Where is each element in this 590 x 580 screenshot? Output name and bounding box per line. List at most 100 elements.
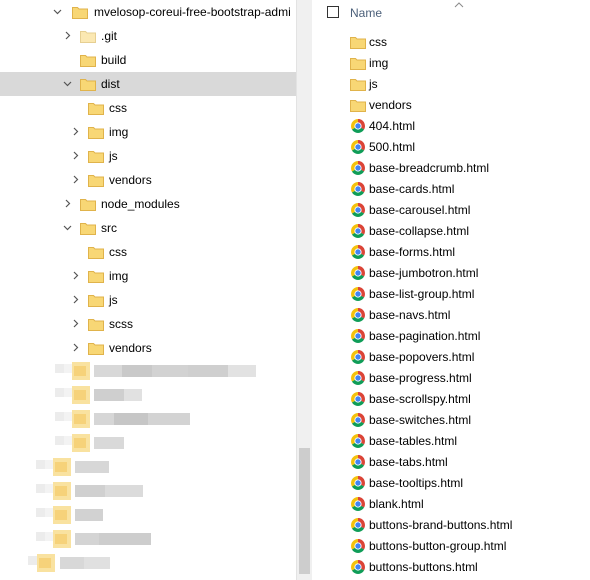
file-item[interactable]: base-list-group.html xyxy=(312,283,590,304)
tree-item-build[interactable]: build xyxy=(0,48,296,72)
chrome-html-icon xyxy=(350,328,366,344)
column-header: Name xyxy=(312,0,590,28)
chrome-html-icon xyxy=(350,181,366,197)
folder-icon xyxy=(80,77,96,91)
tree-item-dist-vendors[interactable]: vendors xyxy=(0,168,296,192)
chevron-down-icon[interactable] xyxy=(63,223,72,232)
file-item[interactable]: base-progress.html xyxy=(312,367,590,388)
file-label: base-tooltips.html xyxy=(369,476,464,490)
tree-item-label: img xyxy=(109,125,129,139)
tree-item-label: js xyxy=(109,293,118,307)
folder-icon xyxy=(88,293,104,307)
chrome-html-icon xyxy=(350,454,366,470)
file-item[interactable]: 404.html xyxy=(312,115,590,136)
file-item[interactable]: base-navs.html xyxy=(312,304,590,325)
tree-item-node-modules[interactable]: node_modules xyxy=(0,192,296,216)
folder-icon xyxy=(72,5,88,19)
file-label: base-list-group.html xyxy=(369,287,475,301)
chevron-right-icon[interactable] xyxy=(63,199,72,208)
folder-icon xyxy=(350,55,366,71)
file-item[interactable]: base-breadcrumb.html xyxy=(312,157,590,178)
name-column-header[interactable]: Name xyxy=(350,6,382,20)
folder-icon xyxy=(88,149,104,163)
file-item[interactable]: buttons-buttons.html xyxy=(312,556,590,577)
file-item[interactable]: base-popovers.html xyxy=(312,346,590,367)
tree-scrollbar-thumb[interactable] xyxy=(299,448,310,574)
folder-icon xyxy=(88,341,104,355)
file-item[interactable]: buttons-button-group.html xyxy=(312,535,590,556)
tree-item-dist-js[interactable]: js xyxy=(0,144,296,168)
file-item[interactable]: base-tabs.html xyxy=(312,451,590,472)
file-label: vendors xyxy=(369,98,412,112)
tree-item-label: dist xyxy=(101,77,120,91)
chevron-right-icon[interactable] xyxy=(71,271,80,280)
file-label: base-switches.html xyxy=(369,413,472,427)
folder-icon xyxy=(80,53,96,67)
tree-item-dist-img[interactable]: img xyxy=(0,120,296,144)
file-item[interactable]: blank.html xyxy=(312,493,590,514)
chrome-html-icon xyxy=(350,391,366,407)
chrome-html-icon xyxy=(350,139,366,155)
chrome-html-icon xyxy=(350,370,366,386)
tree-item-dist-css[interactable]: css xyxy=(0,96,296,120)
file-item[interactable]: base-forms.html xyxy=(312,241,590,262)
folder-item[interactable]: vendors xyxy=(312,94,590,115)
file-item[interactable]: base-collapse.html xyxy=(312,220,590,241)
file-label: base-breadcrumb.html xyxy=(369,161,490,175)
chevron-right-icon[interactable] xyxy=(71,319,80,328)
tree-item-src-css[interactable]: css xyxy=(0,240,296,264)
file-label: base-pagination.html xyxy=(369,329,481,343)
chrome-html-icon xyxy=(350,118,366,134)
tree-item-src-img[interactable]: img xyxy=(0,264,296,288)
chevron-right-icon[interactable] xyxy=(71,295,80,304)
tree-item-src-js[interactable]: js xyxy=(0,288,296,312)
file-label: 500.html xyxy=(369,140,416,154)
chrome-html-icon xyxy=(350,244,366,260)
folder-icon xyxy=(88,101,104,115)
folder-icon xyxy=(80,221,96,235)
file-item[interactable]: base-tooltips.html xyxy=(312,472,590,493)
chevron-right-icon[interactable] xyxy=(63,31,72,40)
file-label: 404.html xyxy=(369,119,416,133)
folder-item[interactable]: img xyxy=(312,52,590,73)
tree-item-src-scss[interactable]: scss xyxy=(0,312,296,336)
chevron-right-icon[interactable] xyxy=(71,343,80,352)
folder-icon xyxy=(88,245,104,259)
file-item[interactable]: 500.html xyxy=(312,136,590,157)
folder-icon xyxy=(80,29,96,43)
chevron-right-icon[interactable] xyxy=(71,151,80,160)
file-label: base-popovers.html xyxy=(369,350,475,364)
file-item[interactable]: buttons-brand-buttons.html xyxy=(312,514,590,535)
folder-icon xyxy=(350,76,366,92)
chevron-right-icon[interactable] xyxy=(71,175,80,184)
file-label: base-progress.html xyxy=(369,371,472,385)
tree-item-root[interactable]: mvelosop-coreui-free-bootstrap-admi xyxy=(0,0,296,24)
chevron-down-icon[interactable] xyxy=(53,7,62,16)
tree-item-git[interactable]: .git xyxy=(0,24,296,48)
file-item[interactable]: base-scrollspy.html xyxy=(312,388,590,409)
chevron-down-icon[interactable] xyxy=(63,79,72,88)
file-item[interactable]: base-cards.html xyxy=(312,178,590,199)
chevron-right-icon[interactable] xyxy=(71,127,80,136)
folder-item[interactable]: css xyxy=(312,31,590,52)
file-item[interactable]: base-tables.html xyxy=(312,430,590,451)
file-item[interactable]: base-carousel.html xyxy=(312,199,590,220)
file-label: css xyxy=(369,35,387,49)
file-item[interactable]: base-pagination.html xyxy=(312,325,590,346)
chrome-html-icon xyxy=(350,538,366,554)
tree-item-src-vendors[interactable]: vendors xyxy=(0,336,296,360)
folder-icon xyxy=(80,197,96,211)
file-label: buttons-button-group.html xyxy=(369,539,507,553)
folder-icon xyxy=(88,317,104,331)
folder-item[interactable]: js xyxy=(312,73,590,94)
chrome-html-icon xyxy=(350,559,366,575)
tree-item-src[interactable]: src xyxy=(0,216,296,240)
tree-scrollbar[interactable] xyxy=(296,0,312,580)
file-label: base-scrollspy.html xyxy=(369,392,471,406)
file-item[interactable]: base-switches.html xyxy=(312,409,590,430)
file-label: base-tabs.html xyxy=(369,455,448,469)
tree-item-label: src xyxy=(101,221,117,235)
tree-item-dist[interactable]: dist xyxy=(0,72,296,96)
file-item[interactable]: base-jumbotron.html xyxy=(312,262,590,283)
select-all-checkbox[interactable] xyxy=(327,6,339,18)
